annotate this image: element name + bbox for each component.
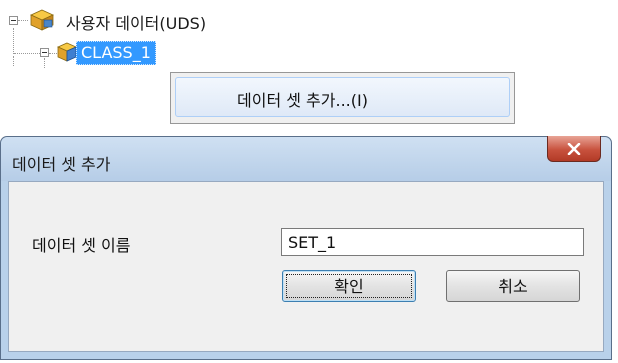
root-expander-icon[interactable] <box>9 16 18 25</box>
dialog-body: 데이터 셋 이름 확인 취소 <box>8 181 604 352</box>
tree-guide-line <box>44 58 45 68</box>
context-menu: 데이터 셋 추가...(I) <box>170 72 515 124</box>
tree-connector <box>49 53 57 54</box>
child-expander-icon[interactable] <box>40 48 49 57</box>
ok-button[interactable]: 확인 <box>282 270 416 302</box>
tree-node-class-1[interactable]: CLASS_1 <box>76 41 156 65</box>
menu-item-add-dataset[interactable]: 데이터 셋 추가...(I) <box>175 77 510 117</box>
ok-button-label: 확인 <box>334 277 364 296</box>
tree-root-label[interactable]: 사용자 데이터(UDS) <box>66 10 206 34</box>
menu-item-label: 데이터 셋 추가...(I) <box>237 91 368 110</box>
dataset-name-label: 데이터 셋 이름 <box>32 236 131 255</box>
tree-guide-line <box>13 28 14 54</box>
dialog-title: 데이터 셋 추가 <box>12 155 111 174</box>
tree-connector <box>14 53 40 54</box>
close-button[interactable] <box>547 136 601 162</box>
cancel-button[interactable]: 취소 <box>446 270 580 302</box>
tree-guide-line <box>13 56 14 66</box>
dataset-name-input[interactable] <box>281 228 584 256</box>
tree-connector <box>18 20 28 21</box>
dialog-titlebar[interactable]: 데이터 셋 추가 <box>1 136 611 181</box>
add-dataset-dialog: 데이터 셋 추가 데이터 셋 이름 확인 취소 <box>0 136 612 360</box>
close-icon <box>567 142 581 155</box>
cancel-button-label: 취소 <box>498 277 528 296</box>
cube-icon <box>30 9 54 31</box>
cube-icon <box>57 42 77 62</box>
